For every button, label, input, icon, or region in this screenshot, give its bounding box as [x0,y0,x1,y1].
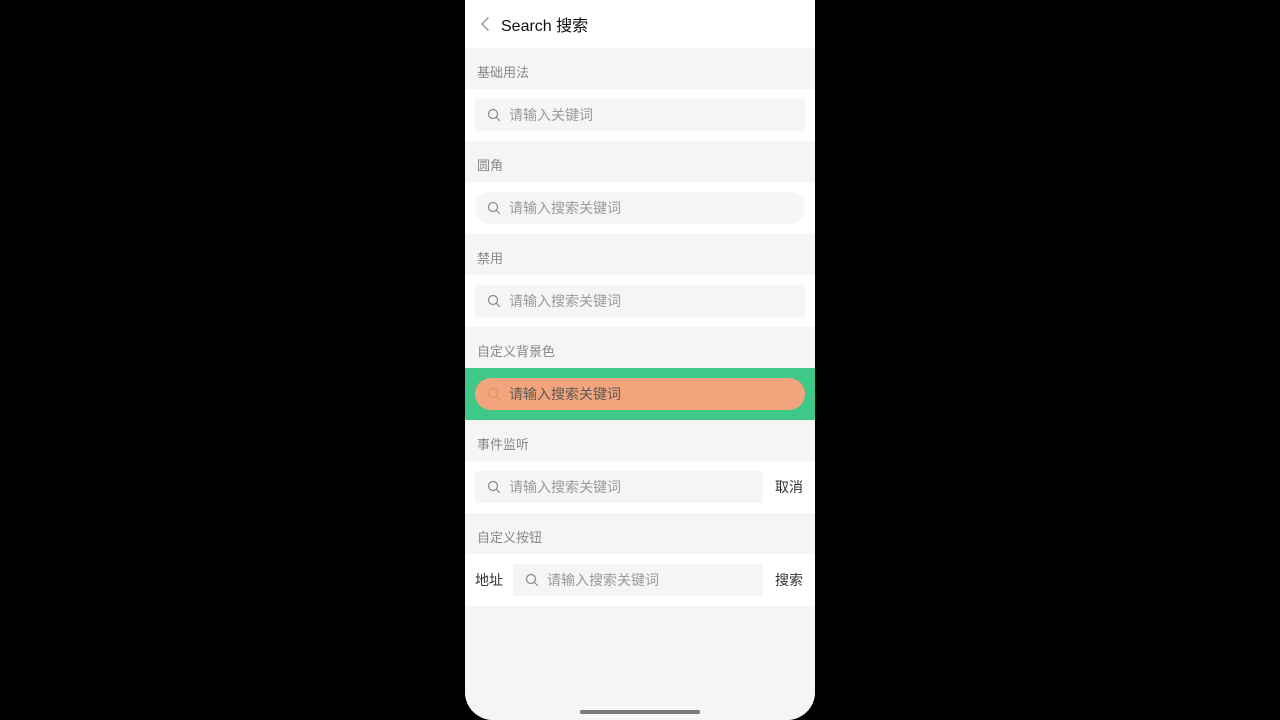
search-icon [525,573,539,587]
search-input[interactable] [509,386,793,402]
search-icon [487,480,501,494]
section-label-rounded: 圆角 [465,141,815,182]
search-icon [487,294,501,308]
search-events: 取消 [465,461,815,513]
content-area: 基础用法 圆角 [465,48,815,720]
mobile-device-frame: Search 搜索 基础用法 圆角 [465,0,815,720]
navigation-bar: Search 搜索 [465,0,815,48]
search-field[interactable] [475,192,805,224]
search-button[interactable]: 搜索 [773,566,805,594]
search-prefix-label: 地址 [475,570,503,590]
section-label-custom-btn: 自定义按钮 [465,513,815,554]
back-icon[interactable] [477,16,493,32]
search-field[interactable] [513,564,763,596]
search-field[interactable] [475,99,805,131]
search-icon [487,387,501,401]
search-input[interactable] [509,479,751,495]
section-label-disabled: 禁用 [465,234,815,275]
search-custom-btn: 地址 搜索 [465,554,815,606]
search-disabled [465,275,815,327]
page-title: Search 搜索 [501,12,588,36]
cancel-button[interactable]: 取消 [773,473,805,501]
search-input[interactable] [547,572,751,588]
search-rounded [465,182,815,234]
search-input[interactable] [509,200,793,216]
search-field [475,285,805,317]
search-custom-bg [465,368,815,420]
search-icon [487,108,501,122]
search-field[interactable] [475,378,805,410]
section-label-custom-bg: 自定义背景色 [465,327,815,368]
search-basic [465,89,815,141]
search-field[interactable] [475,471,763,503]
section-label-events: 事件监听 [465,420,815,461]
search-input[interactable] [509,107,793,123]
search-input [509,293,793,309]
section-label-basic: 基础用法 [465,48,815,89]
home-indicator[interactable] [580,710,700,714]
search-icon [487,201,501,215]
